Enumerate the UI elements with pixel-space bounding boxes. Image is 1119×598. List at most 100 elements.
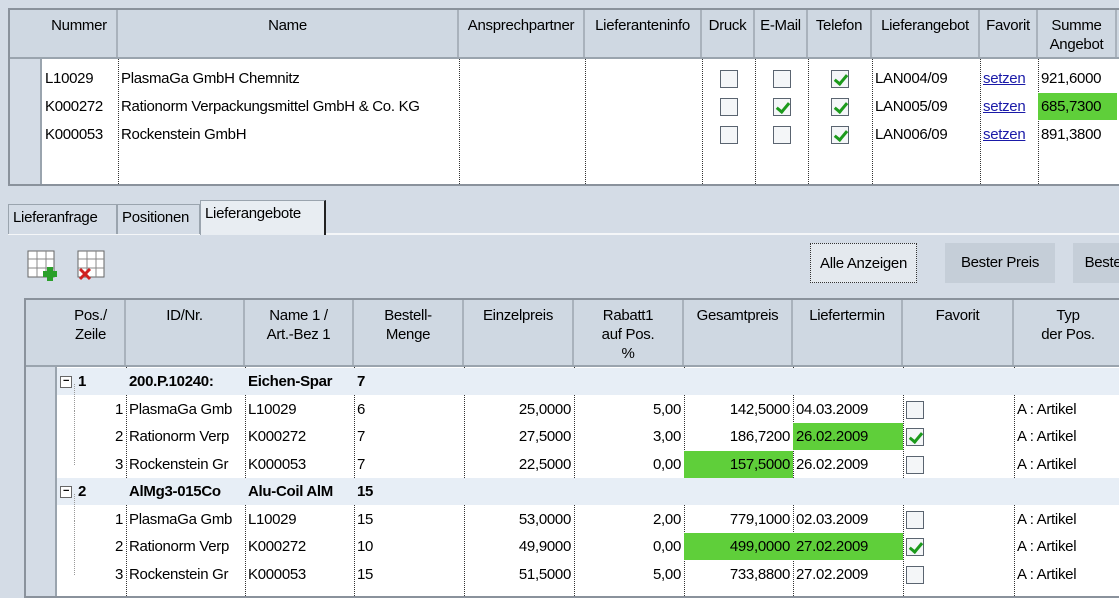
column-header-8[interactable]: Favorit: [903, 300, 1014, 365]
column-header-0[interactable]: Nummer: [42, 10, 118, 57]
column-header-7[interactable]: Lieferangebot: [872, 10, 980, 57]
collapse-icon[interactable]: −: [60, 376, 72, 389]
column-header-1[interactable]: ID/Nr.: [126, 300, 245, 365]
supplier-name: Rockenstein GmbH: [121, 126, 247, 143]
supplier-number: K000272: [45, 98, 103, 115]
druck-checkbox[interactable]: [719, 70, 738, 89]
column-header-5[interactable]: E-Mail: [755, 10, 808, 57]
unit-price: 22,5000: [518, 455, 571, 473]
offer-grid[interactable]: Pos./ Zeile ID/Nr. Name 1 / Art.-Bez 1 Best…: [24, 298, 1119, 598]
offer-grid-header: Pos./ Zeile ID/Nr. Name 1 / Art.-Bez 1 Best…: [26, 300, 1119, 367]
supplier-name: PlasmaGa Gmb: [129, 400, 233, 418]
discount: 5,00: [653, 565, 681, 583]
supplier-name: Rationorm Verpackungsmittel GmbH & Co. K…: [121, 98, 420, 115]
offer-number: LAN005/09: [875, 98, 948, 115]
column-header-2[interactable]: Name 1 / Art.-Bez 1: [245, 300, 354, 365]
tab-positionen[interactable]: Positionen: [117, 204, 200, 234]
supplier-name: Rockenstein Gr: [129, 455, 229, 473]
unit-price: 27,5000: [518, 428, 571, 445]
group-id: 200.P.10240:: [129, 373, 214, 390]
column-header-9[interactable]: Typ der Pos.: [1014, 300, 1119, 365]
total-price: 779,1000: [729, 510, 790, 528]
tab-lieferanfrage[interactable]: Lieferanfrage: [8, 204, 117, 234]
druck-checkbox[interactable]: [719, 98, 738, 117]
column-divider: [459, 59, 460, 184]
discount: 5,00: [653, 400, 681, 418]
position-type: A : Artikel: [1017, 400, 1077, 418]
email-cell: [755, 65, 808, 92]
unit-price: 51,5000: [518, 565, 571, 583]
email-checkbox[interactable]: [772, 98, 791, 117]
best-price-button[interactable]: Bester Preis: [945, 243, 1055, 283]
telefon-checkbox[interactable]: [831, 70, 849, 89]
show-all-button[interactable]: Alle Anzeigen: [810, 243, 917, 283]
favorite-checkbox[interactable]: [906, 455, 924, 474]
line-number: 1: [114, 400, 123, 418]
line-number: 2: [114, 538, 123, 555]
supplier-number: K000053: [248, 565, 306, 583]
column-header-5[interactable]: Rabatt1 auf Pos. %: [574, 300, 684, 365]
email-checkbox[interactable]: [772, 126, 791, 145]
column-header-3[interactable]: Lieferanteninfo: [585, 10, 702, 57]
position-type: A : Artikel: [1017, 428, 1077, 445]
delivery-date: 04.03.2009: [796, 400, 869, 418]
supplier-grid[interactable]: Nummer Name Ansprechpartner Lieferanteninfo…: [8, 8, 1119, 186]
grid-add-icon[interactable]: [27, 250, 59, 282]
total-price: 499,0000: [684, 533, 793, 560]
row-selector-column: [26, 367, 57, 596]
group-number: 2: [78, 483, 87, 500]
druck-checkbox[interactable]: [719, 126, 738, 145]
total-price: 733,8800: [729, 565, 790, 583]
set-favorite-link[interactable]: setzen: [980, 121, 1038, 148]
column-header-3[interactable]: Bestell- Menge: [354, 300, 464, 365]
telefon-checkbox[interactable]: [831, 98, 849, 117]
delivery-date: 26.02.2009: [793, 423, 903, 450]
column-header-1[interactable]: Name: [118, 10, 459, 57]
favorite-checkbox[interactable]: [906, 510, 924, 529]
column-header-7[interactable]: Liefertermin: [793, 300, 903, 365]
order-quantity: 10: [357, 538, 374, 555]
group-position[interactable]: −2: [57, 478, 126, 505]
favorite-cell: [903, 423, 1014, 450]
druck-cell: [702, 65, 755, 92]
email-checkbox[interactable]: [772, 70, 791, 89]
group-name: Alu-Coil AlM: [248, 483, 333, 500]
group-position[interactable]: −1: [57, 368, 126, 395]
column-header-4[interactable]: Einzelpreis: [464, 300, 574, 365]
column-header-6[interactable]: Gesamtpreis: [684, 300, 793, 365]
line-number: 1: [114, 510, 123, 528]
column-header-6[interactable]: Telefon: [808, 10, 872, 57]
grid-delete-icon[interactable]: [77, 250, 109, 282]
column-header-8[interactable]: Favorit: [980, 10, 1038, 57]
column-header-4[interactable]: Druck: [702, 10, 755, 57]
unit-price: 53,0000: [518, 510, 571, 528]
group-menge: 7: [357, 373, 366, 390]
favorite-checkbox[interactable]: [906, 565, 924, 584]
discount: 3,00: [653, 428, 681, 445]
offer-total: 921,6000: [1041, 70, 1102, 87]
column-header-0[interactable]: Pos./ Zeile: [57, 300, 126, 365]
tab-lieferangebote[interactable]: Lieferangebote: [200, 200, 326, 235]
column-header-2[interactable]: Ansprechpartner: [459, 10, 585, 57]
favorite-checkbox[interactable]: [906, 400, 924, 419]
set-favorite-link[interactable]: setzen: [980, 65, 1038, 92]
order-quantity: 7: [357, 428, 366, 445]
order-quantity: 15: [357, 565, 374, 583]
favorite-checkbox[interactable]: [906, 428, 924, 447]
collapse-icon[interactable]: −: [60, 486, 72, 499]
supplier-number: K000053: [248, 455, 306, 473]
supplier-number: L10029: [45, 70, 94, 87]
group-number: 1: [78, 373, 87, 390]
telefon-checkbox[interactable]: [831, 126, 849, 145]
column-header-9[interactable]: Summe Angebot: [1038, 10, 1117, 57]
order-quantity: 7: [357, 455, 366, 473]
line-number: 2: [114, 428, 123, 445]
favorite-checkbox[interactable]: [906, 538, 924, 557]
set-favorite-link[interactable]: setzen: [980, 93, 1038, 120]
supplier-name: Rationorm Verp: [129, 428, 230, 445]
best-date-button[interactable]: Beste: [1073, 243, 1119, 283]
offer-number: LAN004/09: [875, 70, 948, 87]
offer-number: LAN006/09: [875, 126, 948, 143]
delivery-date: 26.02.2009: [796, 455, 869, 473]
supplier-number: L10029: [248, 400, 297, 418]
